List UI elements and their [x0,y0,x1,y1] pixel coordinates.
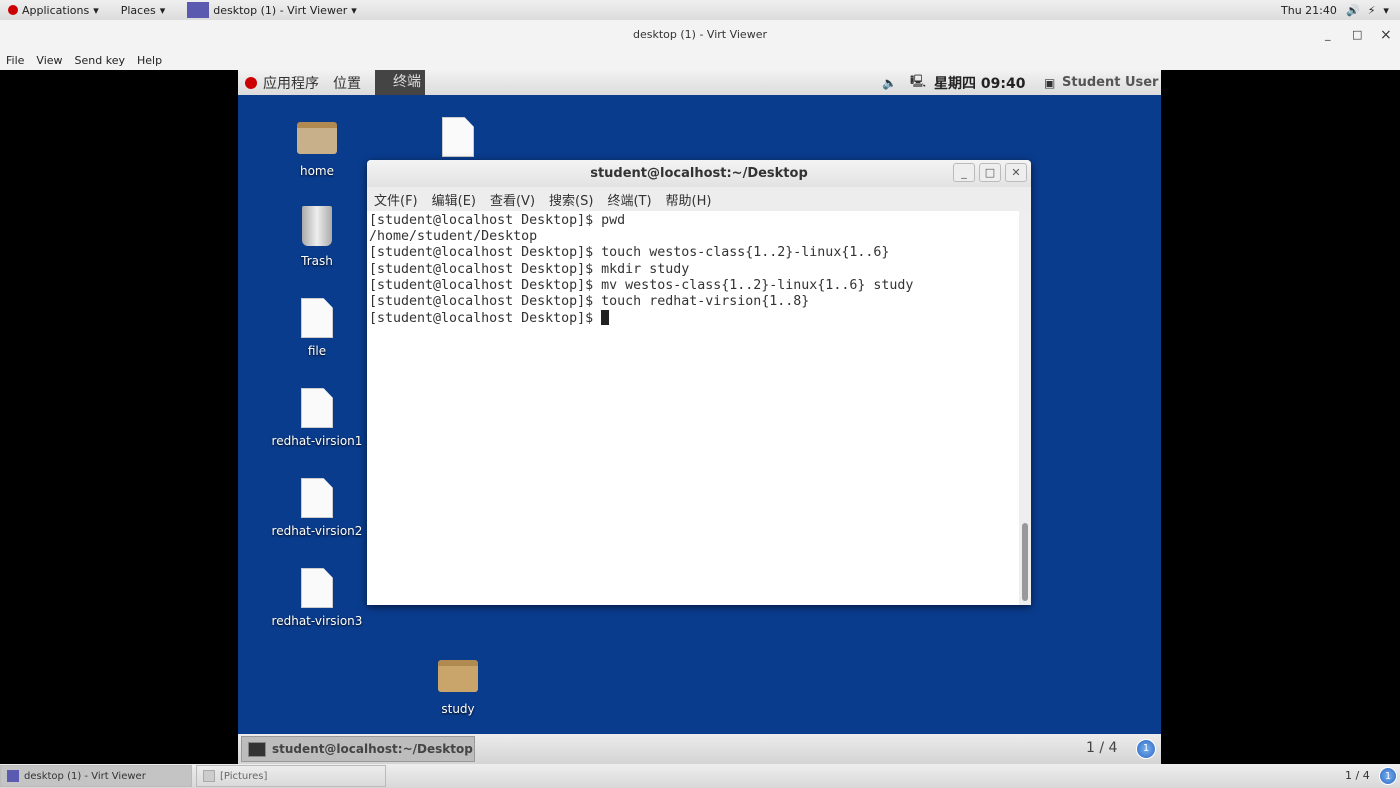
terminal-close-button[interactable]: ✕ [1005,163,1027,182]
terminal-menu-file[interactable]: 文件(F) [374,190,418,209]
maximize-button[interactable]: □ [1352,20,1362,50]
applications-menu[interactable]: Applications ▾ [8,4,99,17]
places-menu[interactable]: Places ▾ [121,4,166,17]
icon-label: redhat-virsion1 [271,434,363,448]
desktop-icon-trash[interactable]: Trash [267,206,367,268]
document-icon [301,298,333,338]
terminal-minimize-button[interactable]: _ [953,163,975,182]
icon-label: Trash [301,254,333,268]
guest-top-panel: 应用程序 位置 终端 🔈 🖳 星期四 09:40 ▣ Student User [238,70,1161,95]
desktop-icon-home[interactable]: home [267,118,367,178]
terminal-cursor [601,310,610,326]
redhat-icon [245,76,257,89]
monitor-icon [187,2,210,18]
guest-places-menu[interactable]: 位置 [333,73,361,93]
terminal-maximize-button[interactable]: □ [979,163,1001,182]
workspace-switcher-button[interactable]: 1 [1136,739,1156,759]
guest-clock[interactable]: 星期四 09:40 [934,73,1025,93]
image-viewer-icon [203,770,215,782]
trash-icon [302,206,332,246]
guest-task-terminal[interactable]: student@localhost:~/Desktop [241,736,475,762]
menu-send-key[interactable]: Send key [75,54,125,67]
guest-applications-menu[interactable]: 应用程序 [263,73,319,93]
terminal-line: /home/student/Desktop [369,229,538,245]
active-window-label: desktop (1) - Virt Viewer [213,3,348,17]
terminal-line: [student@localhost Desktop]$ pwd [369,213,626,228]
desktop-icon-study[interactable]: study [408,656,508,716]
host-task-pictures[interactable]: [Pictures] [196,765,386,787]
icon-label: redhat-virsion3 [271,614,363,628]
guest-screen[interactable]: 应用程序 位置 终端 🔈 🖳 星期四 09:40 ▣ Student User … [238,70,1161,764]
terminal-scrollbar[interactable] [1019,211,1031,605]
host-top-panel: Applications ▾ Places ▾ desktop (1) - Vi… [0,0,1400,20]
user-icon: ▣ [1044,75,1056,90]
desktop-icon-redhat-virsion1[interactable]: redhat-virsion1 [267,388,367,448]
menu-help[interactable]: Help [137,54,162,67]
terminal-menu-search[interactable]: 搜索(S) [549,190,593,209]
host-clock[interactable]: Thu 21:40 [1281,4,1337,17]
terminal-menu-edit[interactable]: 编辑(E) [432,190,476,209]
home-folder-icon [297,122,337,154]
terminal-line: [student@localhost Desktop]$ mkdir study [369,261,690,277]
terminal-output[interactable]: [student@localhost Desktop]$ pwd/home/st… [367,211,1019,605]
desktop-icon-redhat-virsion2[interactable]: redhat-virsion2 [267,478,367,538]
applications-label: Applications [22,3,90,17]
icon-label: file [307,344,327,358]
terminal-menu-terminal[interactable]: 终端(T) [607,190,651,209]
places-label: Places [120,3,156,17]
terminal-line: [student@localhost Desktop]$ touch redha… [369,294,810,310]
viewer-menubar: File View Send key Help [0,50,1400,70]
document-icon [442,117,474,157]
guest-bottom-panel: student@localhost:~/Desktop 1 / 4 1 [238,734,1161,764]
window-title: desktop (1) - Virt Viewer [633,28,767,41]
close-button[interactable]: × [1380,20,1392,50]
terminal-window[interactable]: student@localhost:~/Desktop _ □ ✕ 文件(F) … [367,160,1031,605]
guest-terminal-task[interactable]: 终端 [375,70,425,95]
task-label: desktop (1) - Virt Viewer [24,770,146,782]
task-label: student@localhost:~/Desktop [272,742,473,756]
icon-label: redhat-virsion2 [271,524,363,538]
host-bottom-taskbar: desktop (1) - Virt Viewer [Pictures] 1 /… [0,764,1400,788]
desktop-icon-document[interactable] [408,117,508,163]
host-workspace-indicator[interactable]: 1 / 4 [1345,769,1370,782]
window-titlebar: desktop (1) - Virt Viewer _ □ × [0,20,1400,50]
folder-icon [438,660,478,692]
host-workspace-switcher-button[interactable]: 1 [1379,767,1397,785]
volume-icon[interactable]: 🔈 [882,76,897,90]
icon-label: home [299,164,335,178]
system-tray-icons[interactable]: 🔊⚡▾ [1346,4,1397,17]
terminal-line: [student@localhost Desktop]$ touch westo… [369,245,890,261]
guest-workspace-indicator[interactable]: 1 / 4 [1086,740,1117,756]
user-menu[interactable]: Student User [1062,75,1158,90]
monitor-icon [7,770,19,782]
terminal-line: [student@localhost Desktop]$ mv westos-c… [369,277,914,293]
scrollbar-thumb[interactable] [1022,523,1028,601]
redhat-icon [8,5,18,15]
desktop-icon-redhat-virsion3[interactable]: redhat-virsion3 [267,568,367,628]
task-label: [Pictures] [220,770,268,782]
document-icon [301,388,333,428]
terminal-prompt: [student@localhost Desktop]$ [369,311,602,327]
menu-view[interactable]: View [36,54,62,67]
terminal-menu-view[interactable]: 查看(V) [490,190,535,209]
menu-file[interactable]: File [6,54,24,67]
minimize-button[interactable]: _ [1325,20,1331,50]
icon-label: study [441,702,475,716]
terminal-icon [248,741,266,757]
document-icon [301,478,333,518]
network-icon[interactable]: 🖳 [910,72,926,93]
terminal-menu-help[interactable]: 帮助(H) [666,190,712,209]
document-icon [301,568,333,608]
terminal-menubar: 文件(F) 编辑(E) 查看(V) 搜索(S) 终端(T) 帮助(H) [367,187,1031,211]
desktop-icon-file[interactable]: file [267,298,367,358]
terminal-titlebar[interactable]: student@localhost:~/Desktop [367,160,1031,187]
terminal-title: student@localhost:~/Desktop [590,166,808,181]
host-task-virt-viewer[interactable]: desktop (1) - Virt Viewer [0,765,192,787]
active-window-menu[interactable]: desktop (1) - Virt Viewer ▾ [187,2,357,18]
